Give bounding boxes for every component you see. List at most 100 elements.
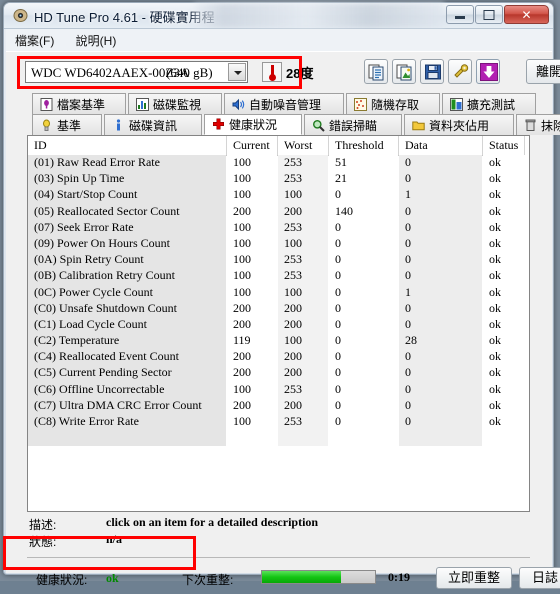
cell-worst: 200 — [284, 398, 302, 413]
table-row[interactable]: (C0) Unsafe Shutdown Count20020000ok — [28, 301, 530, 317]
cell-data: 0 — [405, 398, 411, 413]
table-row[interactable]: (07) Seek Error Rate10025300ok — [28, 220, 530, 236]
table-row[interactable]: (03) Spin Up Time100253210ok — [28, 171, 530, 187]
tab-label: 抹除 — [541, 117, 560, 134]
table-row[interactable]: (0B) Calibration Retry Count10025300ok — [28, 268, 530, 284]
window-controls: ✕ — [446, 5, 549, 24]
table-row[interactable]: (0C) Power Cycle Count10010001ok — [28, 285, 530, 301]
cell-worst: 100 — [284, 285, 302, 300]
table-row[interactable]: (01) Raw Read Error Rate100253510ok — [28, 155, 530, 171]
column-header-current[interactable]: Current — [233, 138, 270, 153]
cell-status: ok — [489, 220, 501, 235]
cell-threshold: 0 — [335, 414, 341, 429]
cell-status: ok — [489, 333, 501, 348]
cell-current: 100 — [233, 220, 251, 235]
tab-file-benchmark[interactable]: 檔案基準 — [32, 93, 126, 114]
cell-threshold: 0 — [335, 268, 341, 283]
cell-worst: 200 — [284, 349, 302, 364]
folder-icon — [412, 119, 425, 132]
menu-help[interactable]: 說明(H) — [67, 29, 126, 52]
tab-health[interactable]: 健康狀況 — [204, 114, 302, 135]
annotation-box-drive — [17, 56, 302, 89]
next-refresh-label: 下次重整: — [182, 571, 233, 588]
cell-threshold: 0 — [335, 365, 341, 380]
health-status-badge: ok — [106, 571, 119, 586]
cell-threshold: 0 — [335, 285, 341, 300]
cell-status: ok — [489, 317, 501, 332]
cell-status: ok — [489, 285, 501, 300]
tab-erase[interactable]: 抹除 — [516, 114, 560, 135]
column-header-data[interactable]: Data — [405, 138, 428, 153]
table-body: (01) Raw Read Error Rate100253510ok(03) … — [28, 155, 530, 430]
cell-status: ok — [489, 171, 501, 186]
table-row[interactable]: (C8) Write Error Rate10025300ok — [28, 414, 530, 430]
cell-worst: 253 — [284, 155, 302, 170]
title-bar: HD Tune Pro 4.61 - 硬碟實用程 ✕ — [4, 3, 553, 29]
column-header-status[interactable]: Status — [489, 138, 518, 153]
restore-button[interactable] — [475, 5, 503, 24]
tab-folder-usage[interactable]: 資料夾佔用 — [404, 114, 514, 135]
column-header-threshold[interactable]: Threshold — [335, 138, 384, 153]
table-row[interactable]: (0A) Spin Retry Count10025300ok — [28, 252, 530, 268]
copy-image-button[interactable] — [392, 59, 416, 84]
refresh-now-button[interactable]: 立即重整 — [436, 567, 512, 589]
tab-aam[interactable]: 自動噪音管理 — [224, 93, 344, 114]
cell-current: 100 — [233, 236, 251, 251]
cell-worst: 253 — [284, 252, 302, 267]
tab-disk-info[interactable]: 磁碟資訊 — [104, 114, 202, 135]
toolbar: WDC WD6402AAEX-00Z3A (640 gB) 28度 — [6, 52, 552, 92]
cell-status: ok — [489, 155, 501, 170]
cell-data: 0 — [405, 382, 411, 397]
tab-error-scan[interactable]: 錯誤掃瞄 — [304, 114, 402, 135]
table-row[interactable]: (C6) Offline Uncorrectable10025300ok — [28, 382, 530, 398]
cell-status: ok — [489, 236, 501, 251]
tab-label: 磁碟監視 — [153, 96, 201, 113]
cell-id: (0A) Spin Retry Count — [34, 252, 144, 267]
cell-id: (04) Start/Stop Count — [34, 187, 137, 202]
column-header-id[interactable]: ID — [34, 138, 47, 153]
cell-status: ok — [489, 349, 501, 364]
table-row[interactable]: (C4) Reallocated Event Count20020000ok — [28, 349, 530, 365]
table-row[interactable]: (C2) Temperature119100028ok — [28, 333, 530, 349]
tab-extra-tests[interactable]: 擴充測試 — [442, 93, 536, 114]
log-button[interactable]: 日誌 — [519, 567, 560, 589]
cell-status: ok — [489, 414, 501, 429]
table-row[interactable]: (04) Start/Stop Count10010001ok — [28, 187, 530, 203]
progress-fill — [262, 571, 341, 583]
exit-button[interactable]: 離開 — [526, 59, 560, 84]
menu-file[interactable]: 檔案(F) — [6, 29, 63, 52]
cell-data: 0 — [405, 155, 411, 170]
tab-random-access[interactable]: 隨機存取 — [346, 93, 440, 114]
table-row[interactable]: (C5) Current Pending Sector20020000ok — [28, 365, 530, 381]
cell-id: (0C) Power Cycle Count — [34, 285, 153, 300]
cell-data: 0 — [405, 252, 411, 267]
info-icon — [112, 119, 125, 132]
cell-id: (C2) Temperature — [34, 333, 119, 348]
cell-id: (C8) Write Error Rate — [34, 414, 139, 429]
copy-text-button[interactable] — [364, 59, 388, 84]
trash-icon — [524, 119, 537, 132]
tools-icon — [452, 63, 470, 81]
save-button[interactable] — [420, 59, 444, 84]
cell-worst: 253 — [284, 268, 302, 283]
cell-status: ok — [489, 187, 501, 202]
table-row[interactable]: (C7) Ultra DMA CRC Error Count20020000ok — [28, 398, 530, 414]
smart-attributes-table[interactable]: ID Current Worst Threshold Data Status — [27, 135, 530, 512]
desktop-background: HD Tune Pro 4.61 - 硬碟實用程 ✕ 檔案(F) 說明(H) — [0, 0, 560, 581]
tab-benchmark[interactable]: 基準 — [32, 114, 102, 135]
download-button[interactable] — [476, 59, 500, 84]
column-header-worst[interactable]: Worst — [284, 138, 312, 153]
tab-row-secondary: 基準 磁碟資訊 健康狀況 — [6, 114, 552, 135]
table-row[interactable]: (05) Reallocated Sector Count2002001400o… — [28, 204, 530, 220]
table-row[interactable]: (09) Power On Hours Count10010000ok — [28, 236, 530, 252]
tab-disk-monitor[interactable]: 磁碟監視 — [128, 93, 222, 114]
minimize-button[interactable] — [446, 5, 474, 24]
speaker-icon — [232, 98, 245, 111]
close-button[interactable]: ✕ — [504, 5, 549, 24]
cell-threshold: 0 — [335, 382, 341, 397]
minimize-icon — [455, 16, 465, 19]
cell-current: 100 — [233, 285, 251, 300]
hdtune-icon — [13, 8, 28, 23]
table-row[interactable]: (C1) Load Cycle Count20020000ok — [28, 317, 530, 333]
options-button[interactable] — [448, 59, 472, 84]
